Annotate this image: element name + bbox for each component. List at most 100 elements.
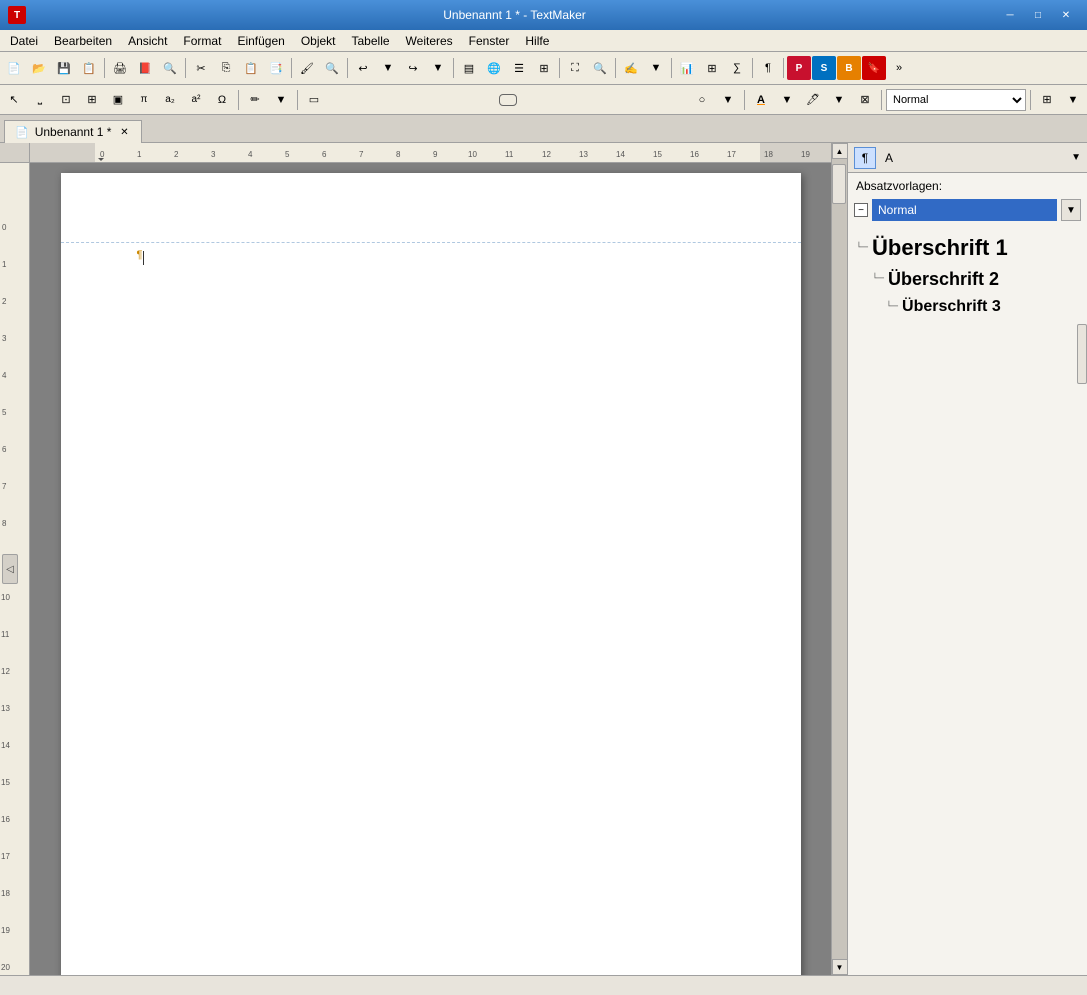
cursor-button[interactable]: ↖ bbox=[2, 88, 26, 112]
track-dropdown[interactable]: ▼ bbox=[644, 56, 668, 80]
view-web-button[interactable]: 🌐 bbox=[482, 56, 506, 80]
undo-button[interactable]: ↩ bbox=[351, 56, 375, 80]
menu-hilfe[interactable]: Hilfe bbox=[517, 30, 557, 51]
rect-button[interactable]: ▭ bbox=[302, 88, 326, 112]
table-select-button[interactable]: ⊞ bbox=[80, 88, 104, 112]
menu-ansicht[interactable]: Ansicht bbox=[120, 30, 175, 51]
subscript-button[interactable]: a₂ bbox=[158, 88, 182, 112]
menu-fenster[interactable]: Fenster bbox=[461, 30, 518, 51]
text-select-button[interactable]: ⎵ bbox=[28, 88, 52, 112]
zoom-in-button[interactable]: 🔍 bbox=[588, 56, 612, 80]
undo-dropdown[interactable]: ▼ bbox=[376, 56, 400, 80]
print-button[interactable]: 🖨 bbox=[108, 56, 132, 80]
formula-button[interactable]: ∑ bbox=[725, 56, 749, 80]
panel-char-icon[interactable]: A bbox=[878, 147, 900, 169]
sm-pdf-button[interactable]: 🔖 bbox=[862, 56, 886, 80]
panel-scrollbar-thumb[interactable] bbox=[1077, 324, 1087, 384]
menu-objekt[interactable]: Objekt bbox=[293, 30, 344, 51]
pencil-dropdown[interactable]: ▼ bbox=[269, 88, 293, 112]
save-button[interactable]: 💾 bbox=[52, 56, 76, 80]
zoom-fit-button[interactable]: ⛶ bbox=[563, 56, 587, 80]
redo-button[interactable]: ↪ bbox=[401, 56, 425, 80]
pdf-button[interactable]: 📕 bbox=[133, 56, 157, 80]
style-quick-select[interactable]: Normal Überschrift 1 Überschrift 2 Übers… bbox=[886, 89, 1026, 111]
page-collapse-handle[interactable]: ◁ bbox=[2, 554, 18, 584]
ellipse-button[interactable]: ○ bbox=[690, 88, 714, 112]
horizontal-ruler: 0 1 2 3 4 5 6 7 8 9 10 11 12 13 14 15 16… bbox=[30, 143, 831, 163]
toolbar-sep-4 bbox=[347, 58, 348, 78]
font-color-dropdown[interactable]: ▼ bbox=[775, 88, 799, 112]
toolbar2-sep-4 bbox=[881, 90, 882, 110]
close-button[interactable]: ✕ bbox=[1053, 5, 1079, 25]
toolbar2-sep-3 bbox=[744, 90, 745, 110]
track-changes-button[interactable]: ✍ bbox=[619, 56, 643, 80]
obj-select-button[interactable]: ⊡ bbox=[54, 88, 78, 112]
pilcrow-button[interactable]: ¶ bbox=[756, 56, 780, 80]
app-icon: T bbox=[8, 6, 26, 24]
text-highlight-dropdown[interactable]: ▼ bbox=[827, 88, 851, 112]
char-style-button[interactable]: ⊠ bbox=[853, 88, 877, 112]
special-char-button[interactable]: Ω bbox=[210, 88, 234, 112]
pi-button[interactable]: π bbox=[132, 88, 156, 112]
sm-p-button[interactable]: P bbox=[787, 56, 811, 80]
svg-text:15: 15 bbox=[653, 150, 662, 159]
document-tab[interactable]: 📄 Unbenannt 1 * ✕ bbox=[4, 120, 142, 143]
preview-button[interactable]: 🔍 bbox=[158, 56, 182, 80]
svg-text:17: 17 bbox=[727, 150, 736, 159]
font-color-button[interactable]: A bbox=[749, 88, 773, 112]
svg-text:19: 19 bbox=[801, 150, 810, 159]
open-button[interactable]: 📂 bbox=[27, 56, 51, 80]
menu-datei[interactable]: Datei bbox=[2, 30, 46, 51]
sm-b-button[interactable]: B bbox=[837, 56, 861, 80]
menu-tabelle[interactable]: Tabelle bbox=[344, 30, 398, 51]
cut-button[interactable]: ✂ bbox=[189, 56, 213, 80]
pencil-button[interactable]: ✏ bbox=[243, 88, 267, 112]
tab-close-button[interactable]: ✕ bbox=[117, 125, 131, 139]
scroll-track[interactable] bbox=[832, 159, 847, 959]
maximize-button[interactable]: □ bbox=[1025, 5, 1051, 25]
view-normal-button[interactable]: ▤ bbox=[457, 56, 481, 80]
search-button[interactable]: 🔍 bbox=[320, 56, 344, 80]
format-painter-button[interactable]: 🖌 bbox=[295, 56, 319, 80]
view-outline-button[interactable]: ☰ bbox=[507, 56, 531, 80]
copy-button[interactable]: ⎘ bbox=[214, 56, 238, 80]
document-canvas[interactable]: ¶ bbox=[30, 163, 831, 975]
insert-table-button[interactable]: ⊞ bbox=[1035, 88, 1059, 112]
panel-options-button[interactable]: ▼ bbox=[1071, 152, 1081, 163]
redo-dropdown[interactable]: ▼ bbox=[426, 56, 450, 80]
style-collapse-button[interactable]: − bbox=[854, 203, 868, 217]
table-button[interactable]: ⊞ bbox=[700, 56, 724, 80]
view-master-button[interactable]: ⊞ bbox=[532, 56, 556, 80]
paste-button[interactable]: 📋 bbox=[239, 56, 263, 80]
document-page[interactable]: ¶ bbox=[61, 173, 801, 975]
superscript-button[interactable]: a² bbox=[184, 88, 208, 112]
minimize-button[interactable]: ─ bbox=[997, 5, 1023, 25]
scroll-down-button[interactable]: ▼ bbox=[832, 959, 848, 975]
panel-paragraph-icon[interactable]: ¶ bbox=[854, 147, 876, 169]
rounded-rect-button[interactable] bbox=[499, 94, 517, 106]
heading3-item[interactable]: └─ Überschrift 3 bbox=[848, 294, 1087, 320]
heading1-item[interactable]: └─ Überschrift 1 bbox=[848, 231, 1087, 265]
shapes-dropdown[interactable]: ▼ bbox=[716, 88, 740, 112]
style-dropdown-arrow[interactable]: ▼ bbox=[1061, 199, 1081, 221]
toolbar-sep-7 bbox=[615, 58, 616, 78]
paste-special-button[interactable]: 📑 bbox=[264, 56, 288, 80]
more-button[interactable]: » bbox=[887, 56, 911, 80]
scroll-up-button[interactable]: ▲ bbox=[832, 143, 848, 159]
scroll-thumb[interactable] bbox=[832, 164, 846, 204]
heading2-item[interactable]: └─ Überschrift 2 bbox=[848, 265, 1087, 294]
menu-format[interactable]: Format bbox=[175, 30, 229, 51]
vertical-scrollbar[interactable]: ▲ ▼ bbox=[831, 143, 847, 975]
sm-s-button[interactable]: S bbox=[812, 56, 836, 80]
chart-button[interactable]: 📊 bbox=[675, 56, 699, 80]
text-highlight-button[interactable]: 🖊 bbox=[801, 88, 825, 112]
menu-weiteres[interactable]: Weiteres bbox=[398, 30, 461, 51]
tab-bar: 📄 Unbenannt 1 * ✕ bbox=[0, 115, 1087, 143]
save-extra-button[interactable]: 📋 bbox=[77, 56, 101, 80]
menu-bearbeiten[interactable]: Bearbeiten bbox=[46, 30, 120, 51]
insert-table-dropdown[interactable]: ▼ bbox=[1061, 88, 1085, 112]
frame-button[interactable]: ▣ bbox=[106, 88, 130, 112]
style-tree: └─ Überschrift 1 └─ Überschrift 2 └─ Übe… bbox=[848, 227, 1087, 324]
new-button[interactable]: 📄 bbox=[2, 56, 26, 80]
menu-einfuegen[interactable]: Einfügen bbox=[229, 30, 292, 51]
